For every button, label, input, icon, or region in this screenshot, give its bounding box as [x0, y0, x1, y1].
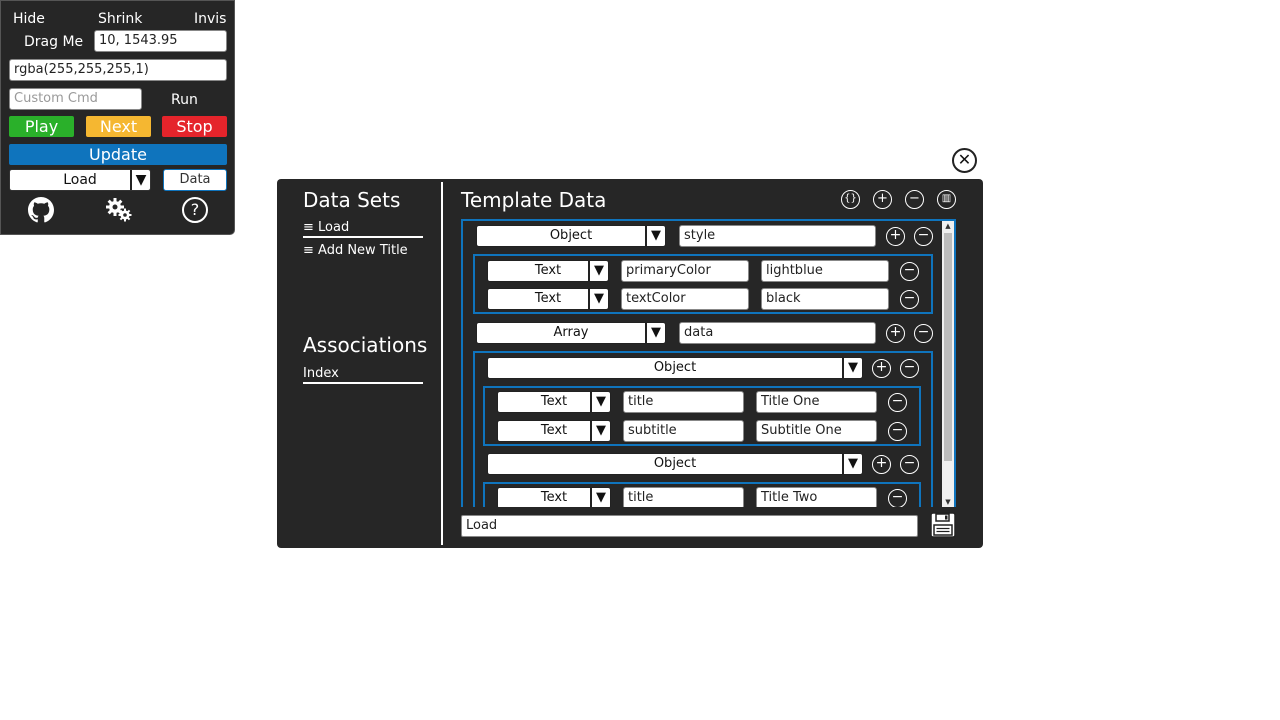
type-select-label: Object: [653, 360, 697, 375]
chevron-down-icon: ▼: [590, 392, 610, 412]
type-select-label: Text: [534, 263, 562, 278]
gears-icon[interactable]: [105, 197, 133, 223]
data-sets-title: Data Sets: [303, 188, 401, 212]
associations-title: Associations: [303, 333, 428, 357]
trash-icon[interactable]: ▥: [937, 190, 956, 209]
key-input[interactable]: data: [679, 322, 876, 344]
type-select[interactable]: Text ▼: [497, 487, 611, 507]
invis-button[interactable]: Invis: [194, 10, 226, 28]
chevron-down-icon: ▼: [588, 261, 608, 281]
data-button[interactable]: Data: [163, 169, 227, 191]
style-group: Text ▼ primaryColor lightblue − Text ▼ t…: [473, 254, 933, 314]
type-select-label: Object: [653, 456, 697, 471]
object-group: Text ▼ title Title Two −: [483, 482, 921, 507]
sidebar-item-add-new-title[interactable]: ≡ Add New Title: [303, 243, 423, 259]
type-select[interactable]: Text ▼: [497, 391, 611, 413]
type-select[interactable]: Object ▼: [487, 357, 863, 379]
scroll-down-icon[interactable]: ▼: [942, 497, 954, 507]
remove-icon[interactable]: −: [900, 262, 919, 281]
remove-icon[interactable]: −: [900, 290, 919, 309]
help-icon[interactable]: ?: [182, 197, 208, 223]
key-input[interactable]: title: [623, 487, 744, 507]
load-select-label: Load: [63, 172, 97, 188]
close-icon[interactable]: ✕: [952, 148, 977, 173]
chevron-down-icon: ▼: [842, 454, 862, 474]
chevron-down-icon: ▼: [130, 170, 150, 190]
remove-icon[interactable]: −: [888, 393, 907, 412]
chevron-down-icon: ▼: [588, 289, 608, 309]
remove-icon[interactable]: −: [914, 324, 933, 343]
save-icon[interactable]: [930, 512, 956, 538]
type-select[interactable]: Array ▼: [476, 322, 666, 344]
value-input[interactable]: Subtitle One: [756, 420, 877, 442]
value-input[interactable]: Title One: [756, 391, 877, 413]
sidebar-item-index[interactable]: Index: [303, 366, 423, 384]
sidebar-item-load[interactable]: ≡ Load: [303, 220, 423, 238]
key-input[interactable]: subtitle: [623, 420, 744, 442]
vertical-divider: [441, 182, 443, 545]
remove-icon[interactable]: −: [900, 359, 919, 378]
update-button[interactable]: Update: [9, 144, 227, 165]
chevron-down-icon: ▼: [590, 488, 610, 507]
data-group: Object ▼ + − Text ▼ title Title One − Te…: [473, 351, 933, 507]
github-icon[interactable]: [28, 197, 54, 223]
value-input[interactable]: lightblue: [761, 260, 889, 282]
add-icon[interactable]: +: [872, 359, 891, 378]
template-scrollbar[interactable]: ▲ ▼: [942, 221, 954, 507]
remove-icon[interactable]: −: [905, 190, 924, 209]
load-select[interactable]: Load ▼: [9, 169, 151, 191]
type-select[interactable]: Object ▼: [476, 225, 666, 247]
key-input[interactable]: textColor: [621, 288, 749, 310]
type-select[interactable]: Text ▼: [497, 420, 611, 442]
drag-handle[interactable]: Drag Me: [24, 33, 83, 51]
key-input[interactable]: title: [623, 391, 744, 413]
json-braces-icon[interactable]: {}: [841, 190, 860, 209]
position-input[interactable]: 10, 1543.95: [94, 30, 227, 52]
scrollbar-thumb[interactable]: [944, 233, 952, 461]
data-window: Data Sets ≡ Load ≡ Add New Title Associa…: [277, 179, 983, 548]
key-input[interactable]: style: [679, 225, 876, 247]
key-input[interactable]: primaryColor: [621, 260, 749, 282]
type-select-label: Text: [540, 490, 568, 505]
value-input[interactable]: Title Two: [756, 487, 877, 507]
add-icon[interactable]: +: [873, 190, 892, 209]
chevron-down-icon: ▼: [645, 323, 665, 343]
play-button[interactable]: Play: [9, 116, 74, 137]
next-button[interactable]: Next: [86, 116, 151, 137]
stop-button[interactable]: Stop: [162, 116, 227, 137]
object-group: Text ▼ title Title One − Text ▼ subtitle…: [483, 386, 921, 446]
chevron-down-icon: ▼: [590, 421, 610, 441]
template-scroll-area[interactable]: Object ▼ style + − Text ▼ primaryColor l…: [461, 219, 956, 507]
remove-icon[interactable]: −: [888, 489, 907, 507]
type-select-label: Text: [540, 394, 568, 409]
remove-icon[interactable]: −: [914, 227, 933, 246]
remove-icon[interactable]: −: [888, 422, 907, 441]
control-panel: Hide Shrink Invis Drag Me 10, 1543.95 rg…: [0, 0, 235, 235]
type-select-label: Array: [553, 325, 589, 340]
type-select[interactable]: Object ▼: [487, 453, 863, 475]
type-select-label: Text: [540, 423, 568, 438]
add-icon[interactable]: +: [886, 324, 905, 343]
scroll-up-icon[interactable]: ▲: [942, 221, 954, 231]
type-select-label: Object: [549, 228, 593, 243]
type-select[interactable]: Text ▼: [487, 260, 609, 282]
shrink-button[interactable]: Shrink: [98, 10, 142, 28]
remove-icon[interactable]: −: [900, 455, 919, 474]
template-data-title: Template Data: [461, 188, 607, 212]
type-select[interactable]: Text ▼: [487, 288, 609, 310]
color-input[interactable]: rgba(255,255,255,1): [9, 59, 227, 81]
type-select-label: Text: [534, 291, 562, 306]
add-icon[interactable]: +: [872, 455, 891, 474]
chevron-down-icon: ▼: [842, 358, 862, 378]
value-input[interactable]: black: [761, 288, 889, 310]
dataset-name-input[interactable]: Load: [461, 515, 918, 537]
run-button[interactable]: Run: [171, 91, 198, 109]
add-icon[interactable]: +: [886, 227, 905, 246]
hide-button[interactable]: Hide: [13, 10, 45, 28]
custom-cmd-input[interactable]: Custom Cmd: [9, 88, 142, 110]
chevron-down-icon: ▼: [645, 226, 665, 246]
